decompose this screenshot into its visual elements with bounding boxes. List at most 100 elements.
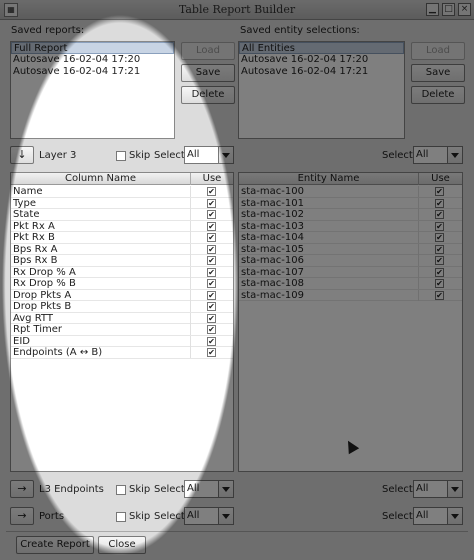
save-entities-button[interactable]: Save [411, 64, 465, 82]
row-name-cell: sta-mac-102 [239, 209, 419, 220]
use-checkbox[interactable]: ✔ [435, 210, 444, 219]
use-checkbox[interactable]: ✔ [207, 221, 216, 231]
use-checkbox[interactable]: ✔ [207, 279, 216, 288]
table-row[interactable]: sta-mac-105 ✔ [239, 243, 462, 255]
use-checkbox[interactable]: ✔ [207, 290, 216, 300]
layer3-select-dropdown[interactable]: All [184, 146, 234, 164]
chevron-down-icon[interactable] [447, 481, 462, 497]
table-row[interactable]: Bps Rx A ✔ [11, 243, 233, 255]
row-name-cell: sta-mac-108 [239, 278, 419, 289]
ports-skip-label: Skip [129, 511, 151, 522]
l3-endpoints-select-value: All [187, 483, 200, 494]
layer3-collapse-button[interactable]: ↓ [10, 146, 34, 164]
table-row[interactable]: Name ✔ [11, 186, 233, 198]
list-item[interactable]: Autosave 16-02-04 17:21 [239, 66, 404, 78]
use-checkbox[interactable]: ✔ [435, 244, 444, 254]
table-row[interactable]: sta-mac-106 ✔ [239, 255, 462, 267]
table-row[interactable]: sta-mac-104 ✔ [239, 232, 462, 244]
ports-select-dropdown[interactable]: All [184, 507, 234, 525]
use-checkbox[interactable]: ✔ [207, 336, 216, 346]
load-entities-button[interactable]: Load [411, 42, 465, 60]
table-row[interactable]: sta-mac-109 ✔ [239, 289, 462, 301]
list-item[interactable]: Autosave 16-02-04 17:20 [239, 54, 404, 66]
use-checkbox[interactable]: ✔ [207, 348, 216, 357]
table-row[interactable]: sta-mac-101 ✔ [239, 197, 462, 209]
table-row[interactable]: sta-mac-108 ✔ [239, 278, 462, 290]
table-row[interactable]: Rx Drop % A ✔ [11, 266, 233, 278]
layer3-skip-checkbox[interactable] [116, 151, 126, 161]
table-row[interactable]: State ✔ [11, 209, 233, 221]
table-row[interactable]: Pkt Rx B ✔ [11, 232, 233, 244]
save-report-button[interactable]: Save [181, 64, 235, 82]
use-checkbox[interactable]: ✔ [207, 244, 216, 254]
table-row[interactable]: Endpoints (A ↔ B) ✔ [11, 347, 233, 359]
table-row[interactable]: sta-mac-103 ✔ [239, 220, 462, 232]
use-checkbox[interactable]: ✔ [207, 233, 216, 242]
ports-skip-checkbox[interactable] [116, 512, 126, 522]
table-row[interactable]: sta-mac-100 ✔ [239, 186, 462, 198]
create-report-button[interactable]: Create Report [16, 536, 94, 554]
use-checkbox[interactable]: ✔ [207, 210, 216, 219]
use-checkbox[interactable]: ✔ [435, 290, 444, 300]
close-button[interactable]: Close [98, 536, 146, 554]
layer3-entity-select-label: Select [382, 150, 413, 161]
row-name-cell: Rpt Timer [11, 324, 191, 335]
use-checkbox[interactable]: ✔ [207, 198, 216, 208]
table-row[interactable]: Bps Rx B ✔ [11, 255, 233, 267]
table-row[interactable]: Pkt Rx A ✔ [11, 220, 233, 232]
ports-entity-select-dropdown[interactable]: All [413, 507, 463, 525]
chevron-down-icon[interactable] [447, 508, 462, 524]
table-row[interactable]: Type ✔ [11, 197, 233, 209]
use-checkbox[interactable]: ✔ [435, 198, 444, 208]
list-item[interactable]: All Entities [239, 42, 404, 54]
chevron-down-icon[interactable] [218, 508, 233, 524]
load-report-button[interactable]: Load [181, 42, 235, 60]
close-icon[interactable]: × [458, 3, 471, 16]
layer3-entity-select-dropdown[interactable]: All [413, 146, 463, 164]
l3-endpoints-entity-select-dropdown[interactable]: All [413, 480, 463, 498]
saved-reports-list[interactable]: Full Report Autosave 16-02-04 17:20 Auto… [10, 41, 175, 139]
delete-entities-button[interactable]: Delete [411, 86, 465, 104]
l3-endpoints-skip-checkbox[interactable] [116, 485, 126, 495]
list-item[interactable]: Full Report [11, 42, 174, 54]
table-row[interactable]: Drop Pkts A ✔ [11, 289, 233, 301]
use-checkbox[interactable]: ✔ [207, 256, 216, 265]
list-item[interactable]: Autosave 16-02-04 17:20 [11, 54, 174, 66]
chevron-down-icon[interactable] [447, 147, 462, 163]
table-row[interactable]: Avg RTT ✔ [11, 312, 233, 324]
l3-endpoints-entity-select-value: All [416, 483, 429, 494]
row-name-cell: sta-mac-103 [239, 220, 419, 232]
use-checkbox[interactable]: ✔ [435, 187, 444, 196]
entity-use-header[interactable]: Use [419, 173, 462, 185]
table-row[interactable]: Rpt Timer ✔ [11, 324, 233, 336]
delete-report-button[interactable]: Delete [181, 86, 235, 104]
use-checkbox[interactable]: ✔ [207, 267, 216, 277]
use-checkbox[interactable]: ✔ [207, 302, 216, 311]
chevron-down-icon[interactable] [218, 147, 233, 163]
use-checkbox[interactable]: ✔ [207, 325, 216, 334]
title-bar[interactable]: ▦ Table Report Builder ▁ □ × [0, 0, 474, 20]
table-row[interactable]: Rx Drop % B ✔ [11, 278, 233, 290]
table-row[interactable]: sta-mac-107 ✔ [239, 266, 462, 278]
maximize-icon[interactable]: □ [442, 3, 455, 16]
entity-name-header[interactable]: Entity Name [239, 173, 419, 185]
l3-endpoints-select-dropdown[interactable]: All [184, 480, 234, 498]
saved-entities-list[interactable]: All Entities Autosave 16-02-04 17:20 Aut… [238, 41, 405, 139]
use-checkbox[interactable]: ✔ [435, 279, 444, 288]
table-row[interactable]: Drop Pkts B ✔ [11, 301, 233, 313]
use-checkbox[interactable]: ✔ [435, 233, 444, 242]
l3-endpoints-expand-button[interactable]: → [10, 480, 34, 498]
table-row[interactable]: sta-mac-102 ✔ [239, 209, 462, 221]
ports-expand-button[interactable]: → [10, 507, 34, 525]
chevron-down-icon[interactable] [218, 481, 233, 497]
use-checkbox[interactable]: ✔ [435, 256, 444, 265]
use-checkbox[interactable]: ✔ [207, 313, 216, 323]
use-checkbox[interactable]: ✔ [435, 221, 444, 231]
column-name-header[interactable]: Column Name [11, 173, 191, 185]
use-checkbox[interactable]: ✔ [207, 187, 216, 196]
table-row[interactable]: EID ✔ [11, 335, 233, 347]
use-checkbox[interactable]: ✔ [435, 267, 444, 277]
minimize-icon[interactable]: ▁ [426, 3, 439, 16]
list-item[interactable]: Autosave 16-02-04 17:21 [11, 66, 174, 78]
column-use-header[interactable]: Use [191, 173, 233, 185]
